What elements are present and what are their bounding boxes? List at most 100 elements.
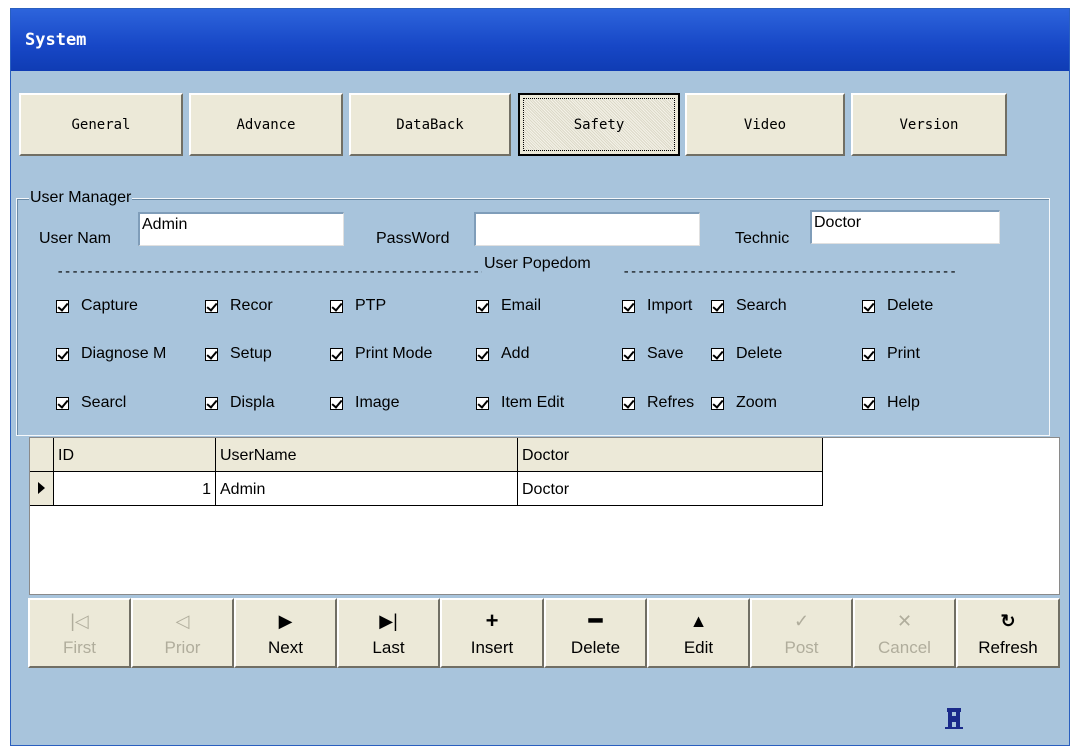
nav-refresh-button[interactable]: ↻ Refresh [956,598,1060,668]
perm-label: Print [887,345,920,362]
prior-icon: ◁ [175,611,190,631]
refresh-icon: ↻ [1000,611,1016,631]
perm-label: Image [355,394,400,411]
minus-icon: ━ [588,608,603,633]
perm-import[interactable]: Import [622,294,712,318]
column-header-username[interactable]: UserName [216,438,518,472]
perm-zoom[interactable]: Zoom [711,391,831,415]
perm-item-edit[interactable]: Item Edit [476,391,606,415]
nav-first-button[interactable]: |◁ First [28,598,131,668]
checkbox-checked-icon [476,347,489,361]
perm-capture[interactable]: Capture [56,294,176,318]
nav-label: Insert [470,638,514,657]
nav-label: Next [268,638,303,657]
perm-label: PTP [355,297,387,314]
nav-post-button[interactable]: ✓ Post [750,598,853,668]
edit-icon: ▲ [689,611,708,631]
perm-label: Capture [81,297,138,314]
popedom-separator-left: ----------------------------------------… [56,264,486,278]
nav-next-button[interactable]: ▶ Next [234,598,337,668]
tab-label: Advance [236,116,296,133]
perm-delete[interactable]: Delete [862,294,982,318]
nav-label: Post [784,638,819,657]
perm-label: Refres [647,394,695,411]
checkbox-checked-icon [711,299,724,313]
checkbox-checked-icon [476,396,489,410]
tab-databack[interactable]: DataBack [349,93,511,156]
tab-label: Safety [573,116,625,133]
perm-label: Print Mode [355,345,433,362]
column-header-id[interactable]: ID [54,438,216,472]
user-name-field[interactable]: Admin [138,212,344,246]
perm-refresh[interactable]: Refres [622,391,712,415]
perm-delete-2[interactable]: Delete [711,342,831,366]
checkbox-checked-icon [56,347,69,361]
checkbox-checked-icon [205,347,218,361]
checkbox-checked-icon [622,347,635,361]
perm-search[interactable]: Search [711,294,831,318]
column-header-doctor[interactable]: Doctor [518,438,823,472]
tab-video[interactable]: Video [685,93,845,156]
next-icon: ▶ [278,611,293,631]
first-icon: |◁ [70,611,89,631]
perm-label: Delete [887,297,934,314]
tab-label: Video [743,116,787,133]
perm-print-mode[interactable]: Print Mode [330,342,476,366]
nav-label: Delete [570,638,621,657]
user-grid[interactable]: ID UserName Doctor 1 Admin Doctor [29,437,1060,595]
title-bar[interactable]: System [11,9,1069,71]
last-icon: ▶| [379,611,398,631]
nav-delete-button[interactable]: ━ Delete [544,598,647,668]
perm-record[interactable]: Recor [205,294,291,318]
perm-label: Import [647,297,693,314]
plus-icon: + [485,608,499,633]
checkbox-checked-icon [862,299,875,313]
perm-label: Email [501,297,542,314]
perm-image[interactable]: Image [330,391,460,415]
perm-label: Search [736,297,787,314]
nav-insert-button[interactable]: + Insert [440,598,544,668]
checkbox-checked-icon [205,396,218,410]
tab-advance[interactable]: Advance [189,93,343,156]
tab-general[interactable]: General [19,93,183,156]
row-indicator[interactable] [30,472,54,506]
technic-field[interactable]: Doctor [810,210,1000,244]
perm-label: Displa [230,394,275,411]
nav-prior-button[interactable]: ◁ Prior [131,598,234,668]
tab-safety[interactable]: Safety [518,93,680,156]
password-field[interactable] [474,212,700,246]
checkbox-checked-icon [862,347,875,361]
cell-username[interactable]: Admin [216,472,518,506]
checkbox-checked-icon [476,299,489,313]
checkbox-checked-icon [622,396,635,410]
tab-version[interactable]: Version [851,93,1007,156]
perm-add[interactable]: Add [476,342,596,366]
nav-label: Edit [683,638,714,657]
checkbox-checked-icon [56,299,69,313]
checkbox-checked-icon [330,396,343,410]
grid-corner [30,438,54,472]
perm-label: Add [501,345,530,362]
popedom-separator-right: ----------------------------------------… [622,264,956,278]
nav-last-button[interactable]: ▶| Last [337,598,440,668]
cell-id[interactable]: 1 [54,472,216,506]
perm-print[interactable]: Print [862,342,982,366]
perm-help[interactable]: Help [862,391,982,415]
nav-label: Refresh [978,638,1038,657]
exit-door-icon[interactable] [944,706,964,730]
perm-search-2[interactable]: Searcl [56,391,152,415]
perm-email[interactable]: Email [476,294,596,318]
cell-doctor[interactable]: Doctor [518,472,823,506]
perm-setup[interactable]: Setup [205,342,315,366]
perm-save[interactable]: Save [622,342,712,366]
nav-cancel-button[interactable]: ✕ Cancel [853,598,956,668]
nav-edit-button[interactable]: ▲ Edit [647,598,750,668]
perm-ptp[interactable]: PTP [330,294,460,318]
perm-diagnose-mode[interactable]: Diagnose M [56,342,206,366]
checkbox-checked-icon [205,299,218,313]
perm-display[interactable]: Displa [205,391,299,415]
db-navigator: |◁ First ◁ Prior ▶ Next ▶| Last + Insert ━ Del… [28,598,1060,668]
nav-label: Prior [164,638,201,657]
tab-label: DataBack [396,116,464,133]
perm-label: Save [647,345,684,362]
